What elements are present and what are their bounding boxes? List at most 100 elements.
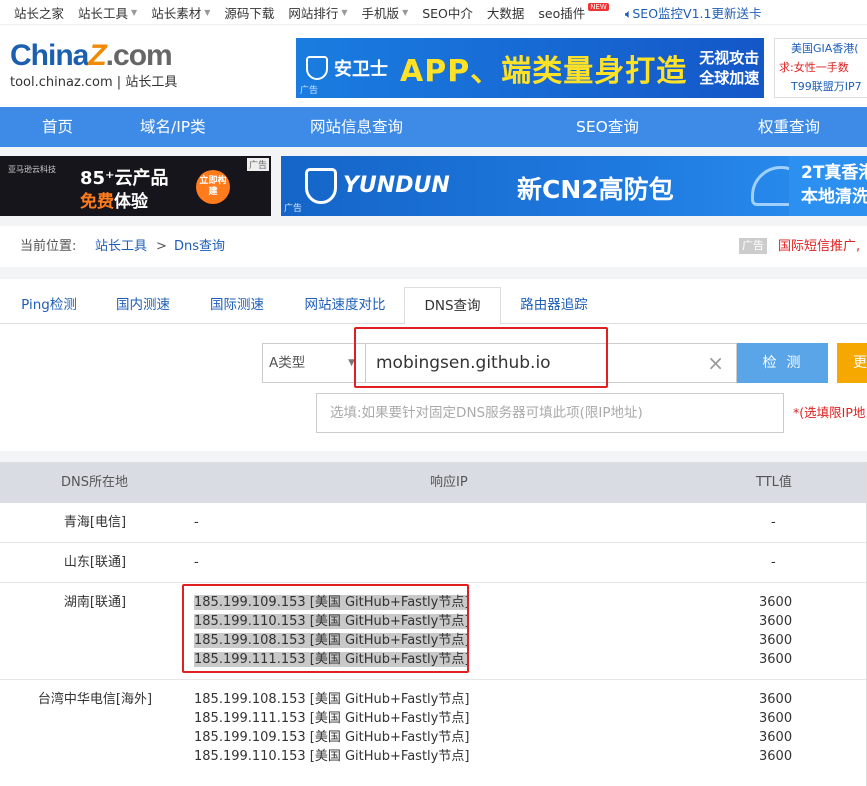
banner-side-text: 无视攻击 全球加速 — [699, 48, 759, 88]
side-ad-line1[interactable]: 美国GIA香港( — [791, 39, 867, 58]
yundun-ad[interactable]: YUNDUN 新CN2高防包 2T真香港本地清洗 广告 — [281, 156, 867, 216]
new-badge: NEW — [588, 3, 609, 11]
logo-main: China — [10, 39, 89, 72]
banner-brand: 安卫士 — [334, 59, 388, 80]
results-header: DNS所在地 响应IP TTL值 — [0, 463, 867, 503]
side-ad-line3[interactable]: T99联盟万IP7 — [791, 77, 867, 96]
more-button[interactable]: 更 — [837, 343, 867, 383]
chinaz-logo[interactable]: ChinaZ.com tool.chinaz.com | 站长工具 — [10, 39, 177, 90]
ad-tag: 广告 — [284, 204, 303, 214]
row-ip: 185.199.109.153 [美国 GitHub+Fastly节点] — [194, 730, 470, 745]
ad-tag: 广告 — [300, 86, 319, 96]
breadcrumb-label: 当前位置: — [20, 239, 77, 254]
banner-headline: APP、端类量身打造 — [400, 54, 688, 89]
row-ttl: - — [771, 555, 776, 570]
row-location: 青海[电信] — [63, 515, 127, 530]
header-ip: 响应IP — [430, 475, 468, 490]
nav-item-seo[interactable]: SEO查询 — [576, 107, 639, 147]
side-ad-line2[interactable]: 求:女性一手数 — [779, 58, 867, 77]
banner-side-line2: 全球加速 — [699, 69, 760, 87]
row-ip: - — [194, 555, 199, 570]
row-location: 湖南[联通] — [63, 595, 127, 610]
row-ttl: 3600 — [759, 633, 793, 648]
highlight-box-results — [182, 584, 469, 673]
topbar-item-source[interactable]: 源码下载 — [224, 3, 274, 22]
chevron-down-icon: ▼ — [204, 7, 211, 17]
chevron-down-icon: ▼ — [402, 7, 409, 17]
logo-z: Z — [88, 39, 106, 72]
row-ttl: 3600 — [759, 614, 793, 629]
row-ip: 185.199.110.153 [美国 GitHub+Fastly节点] — [194, 749, 470, 764]
breadcrumb-link-tools[interactable]: 站长工具 — [95, 226, 147, 267]
top-bar: 站长之家 站长工具 ▼ 站长素材 ▼ 源码下载 网站排行 ▼ 手机版 ▼ SEO中介 大… — [0, 0, 867, 24]
ad2-brand: YUNDUN — [343, 173, 450, 198]
dns-tool-panel: Ping检测 国内测速 国际测速 网站速度对比 DNS查询 路由器追踪 A类型 … — [0, 279, 867, 451]
nav-item-home[interactable]: 首页 — [42, 107, 73, 147]
row-ttl: 3600 — [759, 595, 793, 610]
nav-item-weight[interactable]: 权重查询 — [758, 107, 820, 147]
row-location: 台湾中华电信[海外] — [37, 692, 153, 707]
topbar-item-tools[interactable]: 站长工具 ▼ — [78, 3, 137, 22]
chevron-down-icon: ▼ — [341, 7, 348, 17]
aws-ad[interactable]: 亚马逊云科技 85⁺云产品 免费体验 立即构建 广告 — [0, 156, 271, 216]
tab-ping[interactable]: Ping检测 — [10, 287, 88, 324]
ad1-rest: 体验 — [114, 192, 148, 212]
nav-item-domain-ip[interactable]: 域名/IP类 — [140, 107, 206, 147]
ad2-right-text: 2T真香港本地清洗 — [789, 156, 867, 216]
check-button[interactable]: 检测 — [737, 343, 828, 383]
ad1-brand: 亚马逊云科技 — [8, 165, 56, 174]
logo-com: .com — [105, 39, 173, 72]
tab-intl-speed[interactable]: 国际测速 — [198, 287, 276, 324]
promo-link[interactable]: 国际短信推广, — [778, 226, 860, 267]
seo-monitor-link[interactable]: 🔈︎SEO监控V1.1更新送卡 — [625, 3, 762, 22]
row-ttl: 3600 — [759, 749, 793, 764]
topbar-item-materials[interactable]: 站长素材 ▼ — [151, 3, 210, 22]
ad1-line2: 免费体验 — [80, 187, 148, 212]
row-ttl: 3600 — [759, 692, 793, 707]
record-type-value: A类型 — [269, 355, 306, 371]
seo-monitor-label: SEO监控V1.1更新送卡 — [632, 5, 762, 21]
ad1-cta-button[interactable]: 立即构建 — [196, 170, 230, 204]
row-ttl: 3600 — [759, 652, 793, 667]
tool-tabs: Ping检测 国内测速 国际测速 网站速度对比 DNS查询 路由器追踪 — [0, 287, 867, 325]
topbar-item-seo-plugin[interactable]: seo插件 NEW — [538, 3, 609, 22]
ad1-free: 免费 — [80, 192, 114, 212]
ad2-headline: 新CN2高防包 — [517, 175, 674, 204]
dns-server-input[interactable]: 选填:如果要针对固定DNS服务器可填此项(限IP地址) — [316, 393, 784, 433]
header-banner-ad[interactable]: 安卫士 APP、端类量身打造 无视攻击 全球加速 广告 — [296, 38, 764, 98]
ad2-right-line2: 本地清洗 — [801, 187, 867, 207]
table-row: 青海[电信] - - — [0, 503, 867, 543]
topbar-item-bigdata[interactable]: 大数据 — [487, 3, 525, 22]
topbar-item-mobile[interactable]: 手机版 ▼ — [362, 3, 409, 22]
main-nav: 首页 域名/IP类 网站信息查询 SEO查询 权重查询 — [0, 107, 867, 147]
header-ttl: TTL值 — [756, 475, 792, 490]
tab-traceroute[interactable]: 路由器追踪 — [508, 287, 600, 324]
breadcrumb-link-dns[interactable]: Dns查询 — [174, 226, 225, 267]
header-side-ad[interactable]: 美国GIA香港( 求:女性一手数 T99联盟万IP7 — [774, 38, 867, 98]
tab-domestic-speed[interactable]: 国内测速 — [104, 287, 182, 324]
tab-speed-compare[interactable]: 网站速度对比 — [295, 287, 395, 324]
highlight-box-domain — [354, 327, 608, 388]
dns-server-hint: *(选填限IP地 — [793, 405, 866, 420]
row-ip: 185.199.108.153 [美国 GitHub+Fastly节点] — [194, 692, 470, 707]
record-type-select[interactable]: A类型 ▼ — [262, 343, 366, 383]
topbar-item-ranking[interactable]: 网站排行 ▼ — [288, 3, 347, 22]
breadcrumb: 当前位置: 站长工具 > Dns查询 广告 国际短信推广, — [0, 226, 867, 267]
row-ttl: - — [771, 515, 776, 530]
clear-icon[interactable]: × — [707, 344, 724, 382]
topbar-item-seo-agent[interactable]: SEO中介 — [422, 3, 473, 22]
row-ip: - — [194, 515, 199, 530]
ad-tag: 广告 — [246, 158, 269, 171]
table-row: 山东[联通] - - — [0, 543, 867, 583]
ad2-right-line1: 2T真香港 — [801, 163, 867, 183]
topbar-item-label: SEO中介 — [422, 5, 473, 21]
logo-subtitle: tool.chinaz.com | 站长工具 — [10, 75, 178, 90]
table-row: 台湾中华电信[海外] 185.199.108.153 [美国 GitHub+Fa… — [0, 680, 867, 786]
row-ip: 185.199.111.153 [美国 GitHub+Fastly节点] — [194, 711, 470, 726]
tab-dns[interactable]: DNS查询 — [404, 287, 501, 325]
chevron-down-icon: ▼ — [131, 7, 138, 17]
nav-item-site-info[interactable]: 网站信息查询 — [310, 107, 403, 147]
topbar-item-home[interactable]: 站长之家 — [14, 3, 64, 22]
topbar-item-label: seo插件 — [538, 5, 586, 21]
row-ttl: 3600 — [759, 730, 793, 745]
